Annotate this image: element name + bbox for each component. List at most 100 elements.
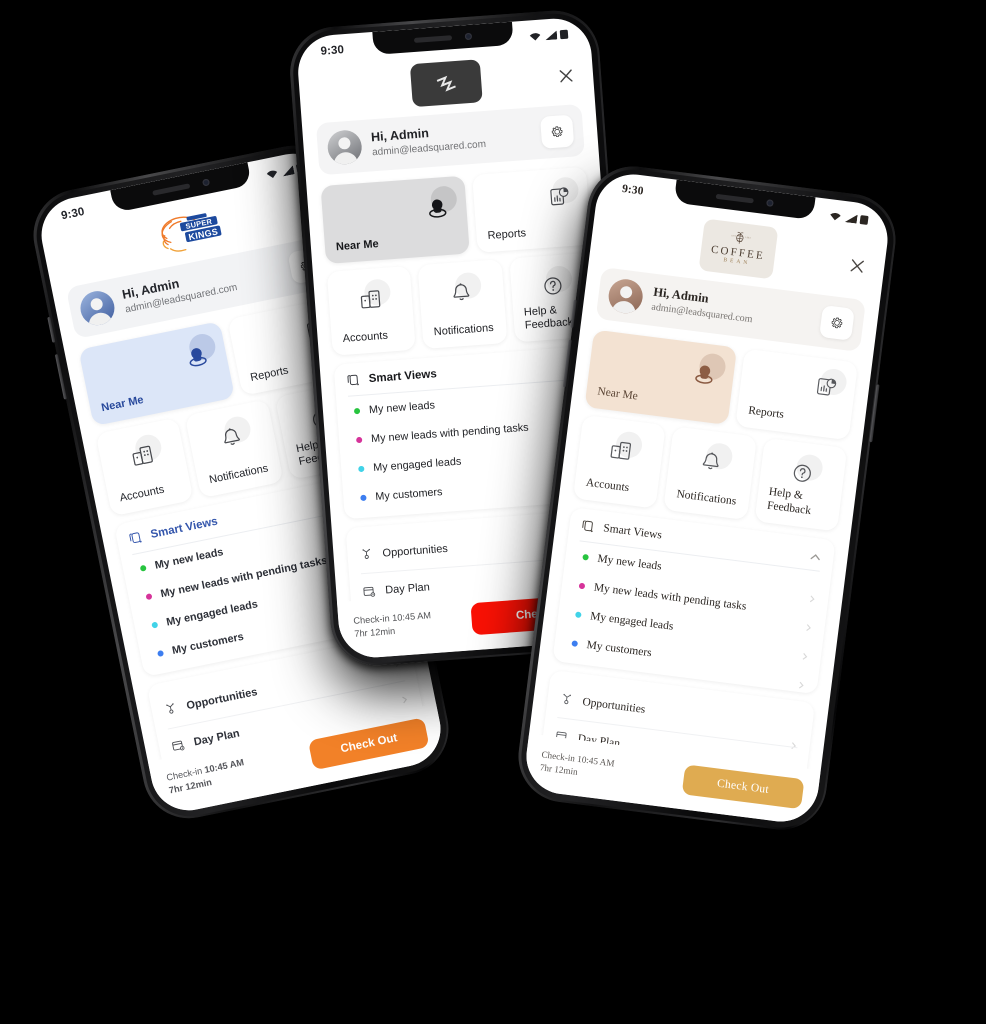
tile-label: Reports [249, 364, 290, 384]
checkin-label: Check-in [353, 612, 390, 626]
tile-label: Reports [747, 404, 785, 422]
tile-near-me[interactable]: Near Me [584, 329, 738, 425]
opportunities-icon [166, 703, 174, 714]
avatar [326, 129, 363, 166]
tile-notifications[interactable]: Notifications [663, 426, 757, 521]
tile-label: Notifications [675, 488, 737, 508]
opportunities-icon [563, 693, 571, 705]
status-icons [529, 29, 569, 41]
tile-notifications[interactable]: Notifications [185, 399, 284, 499]
settings-button[interactable] [540, 114, 575, 149]
link-label: Opportunities [382, 542, 449, 560]
reports-icon [807, 368, 845, 406]
smart-view-label: My new leads [368, 398, 436, 416]
bell-icon [212, 417, 252, 457]
smart-views-icon [582, 520, 593, 533]
chevron-up-icon[interactable] [809, 550, 822, 563]
smart-view-label: My customers [585, 638, 653, 659]
status-time: 9:30 [60, 205, 86, 223]
signal-icon [544, 29, 557, 40]
reports-icon [541, 179, 577, 215]
leadsquared-logo-art [436, 75, 456, 92]
svg-text:1992: 1992 [745, 237, 751, 240]
tile-reports[interactable]: Reports [735, 348, 859, 441]
link-label: Opportunities [185, 686, 259, 713]
tile-label: Accounts [118, 483, 166, 505]
checkin-status: Check-in 10:45 AM 7hr 12min [353, 609, 432, 641]
smart-views-icon [347, 374, 359, 386]
link-label: Opportunities [581, 696, 646, 716]
opportunities-icon [362, 548, 371, 559]
accounts-icon [352, 281, 388, 317]
bell-icon [443, 274, 479, 310]
wifi-icon [830, 212, 841, 220]
accounts-icon [602, 431, 640, 469]
smart-view-label: My new leads with pending tasks [370, 421, 529, 445]
csk-logo-art: SUPER KINGS [161, 212, 222, 252]
card-title: Smart Views [368, 368, 438, 386]
close-icon[interactable] [556, 66, 575, 85]
settings-button[interactable] [819, 305, 855, 341]
tile-accounts[interactable]: Accounts [572, 414, 667, 509]
tile-label: Near Me [335, 237, 380, 254]
smart-views-card: Smart Views My new leads My new leads wi… [552, 507, 836, 695]
near-me-icon [419, 187, 455, 223]
card-title: Smart Views [602, 522, 663, 542]
check-out-button[interactable]: Check Out [681, 764, 805, 810]
tile-label: Help & Feedback [766, 486, 812, 518]
gear-icon [551, 126, 563, 138]
tile-label: Reports [487, 227, 527, 242]
tile-label: Near Me [100, 393, 145, 415]
tile-grid: Near Me Reports Accounts Notifications H… [307, 166, 613, 357]
tile-near-me[interactable]: Near Me [320, 175, 470, 264]
tile-label: Notifications [433, 321, 495, 339]
smart-view-label: My engaged leads [589, 609, 675, 633]
help-icon [783, 454, 821, 492]
tile-reports[interactable]: Reports [472, 166, 592, 253]
wifi-icon [529, 32, 541, 41]
link-label: Day Plan [384, 581, 431, 597]
near-me-icon [177, 334, 217, 374]
csk-logo: SUPER KINGS [151, 204, 228, 260]
accounts-icon [122, 435, 162, 475]
tile-notifications[interactable]: Notifications [417, 259, 508, 350]
smart-view-label: My new leads [596, 552, 663, 573]
tile-label: Accounts [585, 476, 630, 495]
close-icon[interactable] [847, 255, 867, 275]
status-time: 9:30 [320, 44, 345, 58]
near-me-icon [686, 353, 724, 391]
signal-icon [280, 164, 295, 177]
checkin-label: Check-in [540, 748, 576, 764]
help-icon [534, 267, 570, 303]
checkin-status: Check-in 10:45 AM 7hr 12min [165, 756, 248, 798]
avatar [77, 288, 118, 329]
status-icons [829, 211, 869, 225]
mockup-stage: 9:30 SUPER KINGS Hi, Admin admin@leadsqu… [0, 0, 986, 1024]
day-plan-icon [363, 586, 376, 597]
smart-views-icon [129, 532, 142, 544]
check-out-button[interactable]: Check Out [308, 717, 430, 771]
checkin-time: 10:45 AM [391, 609, 432, 623]
chevron-right-icon [798, 681, 804, 689]
status-time: 9:30 [621, 182, 645, 198]
tile-label: Notifications [208, 462, 270, 486]
tile-label: Accounts [342, 329, 389, 345]
smart-view-label: My customers [374, 485, 443, 503]
smart-view-label: My customers [171, 630, 245, 657]
gear-icon [831, 317, 843, 329]
card-title: Smart Views [149, 515, 219, 541]
battery-icon [559, 29, 569, 39]
tile-help-feedback[interactable]: Help & Feedback [754, 437, 848, 532]
coffee-bean-logo: EST 1992 COFFEE BEAN [698, 218, 779, 280]
tile-grid: Near Me Reports Accounts Notifications H… [559, 328, 872, 534]
tile-accounts[interactable]: Accounts [95, 417, 194, 517]
tile-accounts[interactable]: Accounts [326, 265, 417, 356]
leadsquared-logo [409, 59, 483, 108]
checkin-status: Check-in 10:45 AM 7hr 12min [539, 748, 615, 784]
svg-text:EST: EST [731, 235, 737, 238]
signal-icon [844, 212, 858, 224]
battery-icon [859, 214, 869, 225]
checkin-duration: 7hr 12min [354, 625, 396, 639]
checkin-time: 10:45 AM [203, 756, 245, 775]
smart-view-label: My engaged leads [372, 455, 462, 474]
